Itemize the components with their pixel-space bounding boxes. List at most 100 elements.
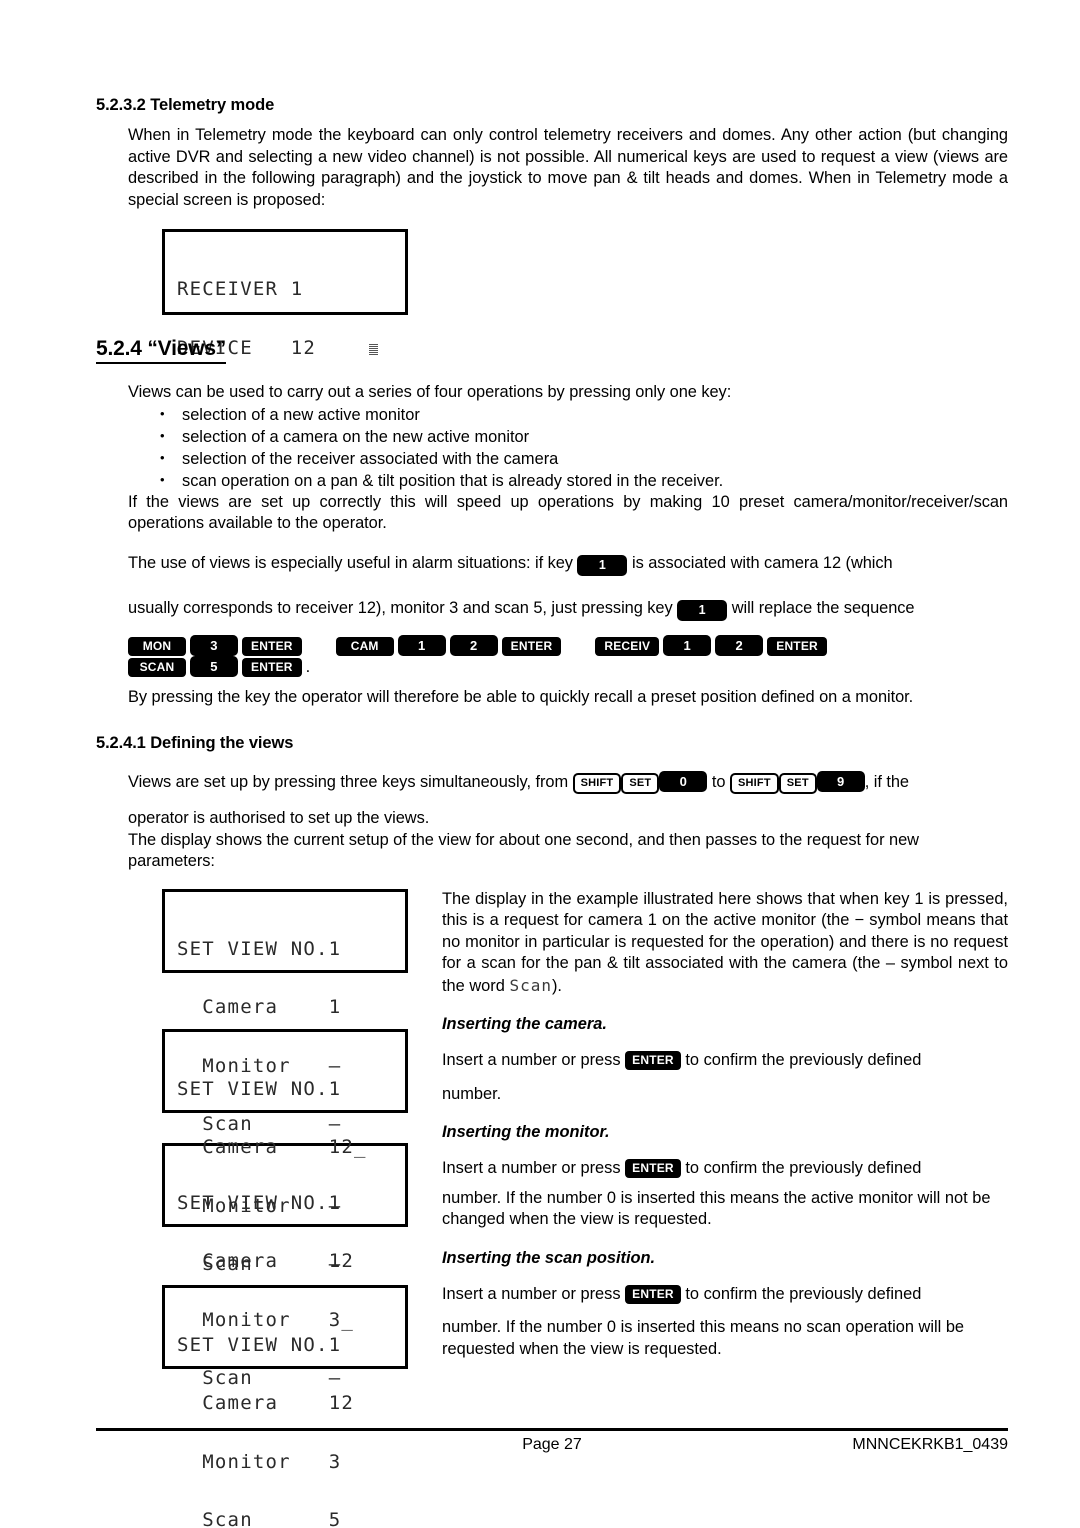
figures-section: SET VIEW NO.1 Camera 1 Monitor – Scan – … [96, 888, 1008, 1528]
camera-text-a: Insert a number or press [442, 1051, 621, 1069]
example-lcd-word-scan: Scan [509, 975, 552, 995]
lcd-camera-row: Camera 12 [177, 1392, 405, 1414]
paragraph-alarm-line-2: usually corresponds to receiver 12), mon… [96, 598, 1008, 621]
key-button-0[interactable]: 0 [659, 771, 708, 792]
key-button-enter-cam[interactable]: ENTER [501, 636, 562, 656]
key-button-1-inline-b[interactable]: 1 [677, 599, 728, 621]
key-button-shift-to[interactable]: SHIFT [729, 773, 779, 794]
lcd-title: SET VIEW NO.1 [177, 937, 342, 960]
defining-text-mid: to [711, 773, 726, 791]
key-button-enter-scan-pos[interactable]: ENTER [625, 1284, 681, 1304]
monitor-text-b: to confirm the previously defined [685, 1159, 922, 1177]
key-button-9[interactable]: 9 [816, 771, 865, 792]
heading-views: 5.2.4 “Views” [96, 337, 226, 364]
key-button-cam-2[interactable]: 2 [449, 634, 498, 656]
lcd-display-view-1: SET VIEW NO.1 Camera 1 Monitor – Scan – [162, 888, 408, 1134]
paragraph-alarm-line-1: The use of views is especially useful in… [96, 553, 1008, 576]
lcd-device-value: 12 [290, 336, 317, 359]
key-button-enter-camera[interactable]: ENTER [625, 1051, 681, 1070]
example-text-c: ). [551, 976, 562, 995]
key-button-set-to[interactable]: SET [778, 773, 817, 794]
footer-divider [96, 1428, 1008, 1431]
subheading-inserting-monitor: Inserting the monitor. [442, 1123, 610, 1141]
paragraph-monitor-number: number. If the number 0 is inserted this… [442, 1188, 991, 1229]
defining-text-a: Views are set up by pressing three keys … [128, 773, 569, 791]
lcd-title: SET VIEW NO.1 [177, 1191, 342, 1214]
lcd-camera-label: Camera [202, 1392, 279, 1414]
lcd-camera-label: Camera [202, 1250, 279, 1272]
list-item: selection of a new active monitor [160, 403, 1008, 426]
key-button-scan-5[interactable]: 5 [190, 655, 238, 677]
paragraph-views-intro: Views can be used to carry out a series … [128, 383, 732, 401]
subheading-inserting-scan: Inserting the scan position. [442, 1248, 656, 1267]
key-group-receiver: RECEIV 1 2 ENTER [595, 634, 831, 656]
lcd-scan-label: Scan [202, 1509, 253, 1528]
footer-row: Page 27 MNNCEKRKB1_0439 [96, 1436, 1008, 1458]
paragraph-defining-line-d: The display shows the current setup of t… [128, 830, 919, 871]
key-button-enter-monitor[interactable]: ENTER [625, 1159, 681, 1178]
key-button-shift-from[interactable]: SHIFT [572, 773, 622, 794]
paragraph-views-closing: By pressing the key the operator will th… [128, 687, 914, 706]
scan-text-a: Insert a number or press [442, 1284, 621, 1303]
lcd-scan-value: 5_ [328, 1509, 354, 1528]
paragraph-defining-line-1: Views are set up by pressing three keys … [96, 771, 1008, 794]
alarm-text-2a: usually corresponds to receiver 12), mon… [128, 598, 673, 617]
paragraph-defining-line-c: operator is authorised to set up the vie… [128, 809, 430, 827]
lcd-panel-column: SET VIEW NO.1 Camera 1 Monitor – Scan – … [162, 888, 412, 1528]
key-group-monitor: MON 3 ENTER [128, 634, 306, 656]
paragraph-example-explanation: The display in the example illustrated h… [442, 889, 1008, 998]
views-operations-list: selection of a new active monitor select… [96, 403, 1008, 492]
joystick-indicator-icon [368, 343, 378, 355]
key-button-mon[interactable]: MON [128, 636, 186, 656]
key-button-receiv[interactable]: RECEIV [595, 636, 660, 656]
lcd-display-telemetry: RECEIVER 1 DEVICE 12 [162, 229, 408, 357]
example-dash-symbol: – [885, 954, 895, 972]
lcd-camera-value: 1 [328, 996, 342, 1018]
key-button-cam-1[interactable]: 1 [397, 634, 446, 656]
key-button-set-from[interactable]: SET [621, 773, 660, 794]
lcd-scan-row: Scan 5_ [177, 1509, 405, 1528]
sequence-period: . [305, 657, 311, 676]
lcd-camera-label: Camera [202, 1136, 279, 1158]
paragraph-views-after-bullets: If the views are set up correctly this w… [128, 492, 1008, 533]
alarm-text-1b: is associated with camera 12 (which [632, 553, 893, 572]
scan-text-b: to confirm the previously defined [685, 1284, 922, 1303]
alarm-text-1a: The use of views is especially useful in… [128, 553, 573, 572]
list-item: selection of the receiver associated wit… [160, 447, 1008, 470]
key-button-3[interactable]: 3 [190, 634, 238, 656]
key-sequence-row: MON 3 ENTER CAM 1 2 ENTER RECEIV 1 2 ENTERSCAN 5 ENT… [96, 634, 1008, 677]
lcd-camera-value: 12_ [328, 1136, 367, 1158]
key-button-recv-2[interactable]: 2 [715, 634, 764, 656]
lcd-camera-label: Camera [202, 996, 279, 1018]
page-footer: Page 27 MNNCEKRKB1_0439 [96, 1428, 1008, 1458]
lcd-title: SET VIEW NO.1 [177, 1333, 342, 1356]
lcd-scan-value: – [328, 1367, 342, 1389]
explanation-column: The display in the example illustrated h… [442, 889, 1008, 1361]
paragraph-inserting-monitor: Insert a number or press ENTER to confir… [442, 1158, 1008, 1180]
list-item: scan operation on a pan & tilt position … [160, 469, 1008, 492]
heading-defining-views: 5.2.4.1 Defining the views [96, 734, 294, 752]
footer-document-code: MNNCEKRKB1_0439 [852, 1436, 1008, 1453]
key-button-scan[interactable]: SCAN [128, 657, 186, 677]
defining-text-b: , if the [864, 773, 909, 791]
paragraph-inserting-scan: Insert a number or press ENTER to confir… [442, 1284, 1008, 1306]
page-content: 5.2.3.2 Telemetry mode When in Telemetry… [96, 96, 1008, 1528]
lcd-line-receiver: RECEIVER 1 [177, 278, 304, 300]
lcd-title: SET VIEW NO.1 [177, 1077, 342, 1100]
key-button-recv-1[interactable]: 1 [663, 634, 712, 656]
document-page: 5.2.3.2 Telemetry mode When in Telemetry… [0, 0, 1080, 1528]
key-button-cam[interactable]: CAM [335, 636, 394, 656]
key-button-1-inline-a[interactable]: 1 [577, 554, 628, 576]
list-item: selection of a camera on the new active … [160, 425, 1008, 448]
paragraph-inserting-camera: Insert a number or press ENTER to confir… [442, 1050, 1008, 1072]
paragraph-telemetry-mode: When in Telemetry mode the keyboard can … [128, 126, 1008, 209]
lcd-monitor-value: – [328, 1054, 342, 1077]
key-button-enter-recv[interactable]: ENTER [767, 636, 827, 656]
key-button-enter-mon[interactable]: ENTER [242, 636, 302, 656]
key-button-enter-scan[interactable]: ENTER [242, 657, 302, 677]
lcd-camera-value: 12 [328, 1250, 354, 1272]
paragraph-camera-number: number. [442, 1084, 502, 1103]
lcd-camera-value: 12 [328, 1392, 354, 1414]
lcd-monitor-value: 3_ [328, 1308, 354, 1331]
camera-text-b: to confirm the previously defined [685, 1051, 922, 1069]
